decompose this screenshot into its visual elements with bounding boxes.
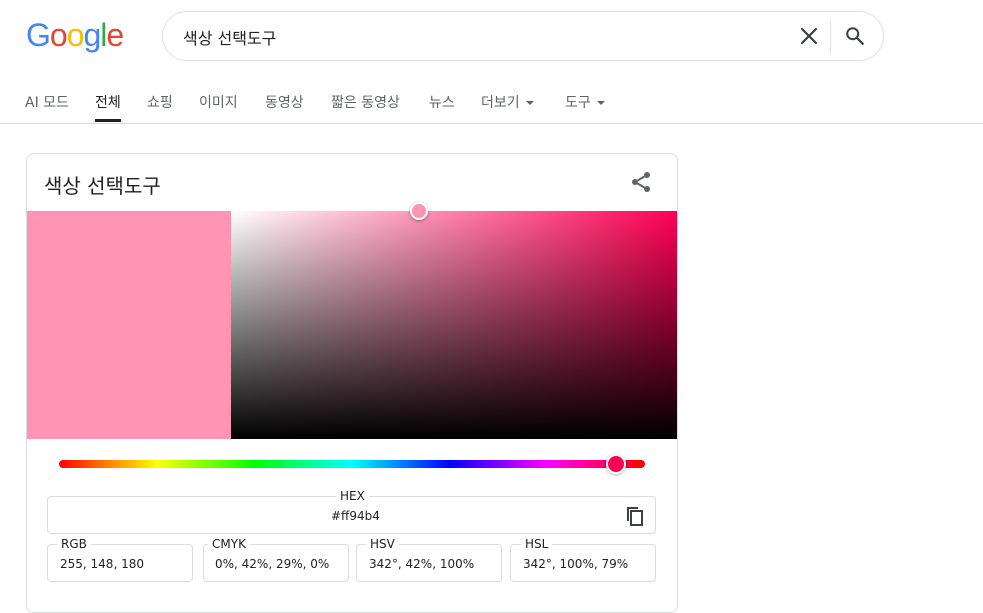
logo-letter: g (83, 17, 101, 53)
hsl-value[interactable]: 342°, 100%, 79% (523, 557, 628, 571)
share-button[interactable] (629, 170, 653, 194)
tab-label: 쇼핑 (147, 95, 173, 111)
logo-letter: G (26, 17, 51, 53)
chevron-down-icon (596, 101, 605, 105)
hue-slider-handle[interactable] (605, 454, 626, 474)
hex-label: HEX (336, 489, 369, 503)
tab-label: 동영상 (265, 95, 304, 111)
hsl-field[interactable]: HSL 342°, 100%, 79% (510, 537, 656, 582)
search-divider (830, 22, 831, 52)
cmyk-label: CMYK (208, 537, 250, 551)
close-icon (800, 27, 818, 45)
tab-8[interactable]: 도구 (565, 92, 605, 122)
search-icon (846, 27, 864, 45)
tab-label: 도구 (565, 95, 591, 111)
cmyk-field[interactable]: CMYK 0%, 42%, 29%, 0% (203, 537, 349, 582)
search-button[interactable] (843, 24, 867, 48)
tab-label: 뉴스 (429, 95, 455, 111)
tab-label: 전체 (95, 95, 121, 111)
hsv-value[interactable]: 342°, 42%, 100% (369, 557, 474, 571)
tab-label: 짧은 동영상 (331, 95, 400, 111)
color-picker-card: 색상 선택도구 HEX #ff94b4 RGB 255, 148, 180 CM… (26, 153, 678, 613)
hex-value[interactable]: #ff94b4 (331, 509, 380, 523)
tab-6[interactable]: 뉴스 (429, 92, 455, 122)
rgb-label: RGB (57, 537, 91, 551)
copy-icon (627, 507, 643, 526)
tabs-divider (0, 123, 983, 124)
cmyk-value[interactable]: 0%, 42%, 29%, 0% (215, 557, 329, 571)
logo-letter: o (66, 17, 85, 53)
search-input[interactable]: 색상 선택도구 (183, 25, 276, 49)
hue-slider[interactable] (59, 454, 645, 474)
search-box[interactable]: 색상 선택도구 (162, 11, 884, 61)
tab-label: AI 모드 (25, 95, 69, 111)
hsv-field[interactable]: HSV 342°, 42%, 100% (356, 537, 502, 582)
saturation-value-area[interactable] (231, 202, 677, 439)
sv-black-layer (231, 211, 677, 439)
hex-field[interactable]: HEX #ff94b4 (47, 489, 656, 534)
rgb-value[interactable]: 255, 148, 180 (60, 557, 144, 571)
selected-color-swatch (27, 211, 231, 439)
rgb-field[interactable]: RGB 255, 148, 180 (47, 537, 193, 582)
share-icon (632, 172, 650, 192)
tab-4[interactable]: 동영상 (265, 92, 304, 122)
tab-5[interactable]: 짧은 동영상 (331, 92, 400, 122)
tab-1[interactable]: 전체 (95, 92, 121, 122)
tab-7[interactable]: 더보기 (481, 92, 534, 122)
copy-button[interactable] (625, 505, 645, 527)
clear-search-button[interactable] (797, 24, 821, 48)
card-title: 색상 선택도구 (44, 174, 161, 198)
tab-2[interactable]: 쇼핑 (147, 92, 173, 122)
logo-letter: o (49, 17, 68, 53)
hsv-label: HSV (366, 537, 399, 551)
hsl-label: HSL (521, 537, 553, 551)
tab-label: 이미지 (199, 95, 238, 111)
tab-0[interactable]: AI 모드 (25, 92, 69, 122)
sv-handle[interactable] (409, 202, 428, 220)
chevron-down-icon (525, 101, 534, 105)
google-logo[interactable]: Google (26, 16, 124, 54)
tab-3[interactable]: 이미지 (199, 92, 238, 122)
logo-letter: e (106, 17, 124, 53)
tab-label: 더보기 (481, 95, 520, 111)
